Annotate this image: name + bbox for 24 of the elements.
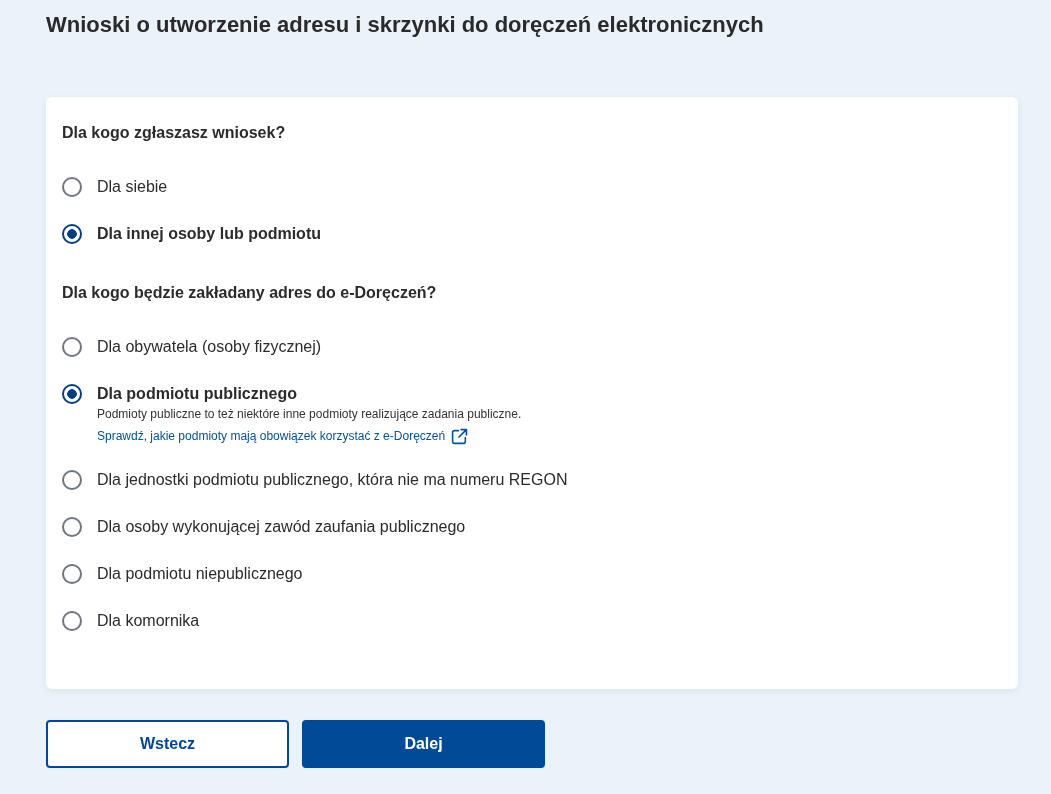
option-label[interactable]: Dla podmiotu publicznego [97,382,297,406]
radio-button[interactable] [62,611,82,631]
option-label[interactable]: Dla komornika [97,609,200,633]
option-label[interactable]: Dla jednostki podmiotu publicznego, która nie ma numeru REGON [97,468,568,492]
option-label[interactable]: Dla osoby wykonującej zawód zaufania publicznego [97,515,466,539]
page-title: Wnioski o utworzenie adresu i skrzynki do doręczeń elektronicznych [46,12,764,38]
external-link-icon[interactable] [451,427,469,445]
question-label: Dla kogo będzie zakładany adres do e-Doręczeń? [62,283,437,303]
info-link[interactable]: Sprawdź, jakie podmioty mają obowiązek korzystać z e-Doręczeń [97,427,446,445]
option-label[interactable]: Dla podmiotu niepublicznego [97,562,303,586]
option-label[interactable]: Dla siebie [97,175,168,199]
radio-button[interactable] [62,517,82,537]
radio-button[interactable] [62,470,82,490]
option-label[interactable]: Dla innej osoby lub podmiotu [97,222,321,246]
question-label: Dla kogo zgłaszasz wniosek? [62,123,286,143]
radio-button[interactable] [62,564,82,584]
radio-button[interactable] [62,177,82,197]
radio-button[interactable] [62,337,82,357]
option-label[interactable]: Dla obywatela (osoby fizycznej) [97,335,322,359]
option-description: Podmioty publiczne to też niektóre inne podmioty realizujące zadania publiczne. [97,406,522,422]
radio-button[interactable] [62,384,82,404]
nav-button[interactable]: Wstecz [46,720,289,768]
nav-button[interactable]: Dalej [302,720,545,768]
radio-button[interactable] [62,224,82,244]
